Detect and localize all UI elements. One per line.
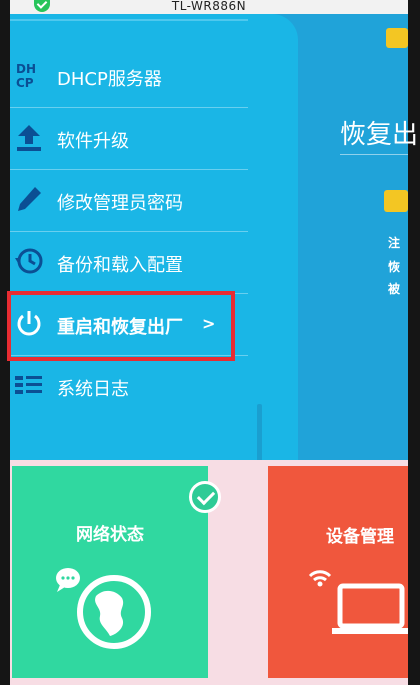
menu-item-label: 系统日志 (57, 379, 129, 400)
menu-item-label: 备份和载入配置 (57, 255, 183, 276)
content-panel: 恢复出 注 恢 被 (268, 14, 418, 460)
dhcp-icon: DH CP (16, 62, 36, 90)
status-badge (384, 190, 408, 212)
menu-item-change-password[interactable]: 修改管理员密码 (10, 170, 248, 232)
heading-divider (340, 154, 408, 155)
network-status-card[interactable]: 网络状态 (12, 466, 208, 678)
status-badge (386, 28, 408, 48)
pencil-icon (18, 187, 41, 211)
device-model-title: TL-WR886N (171, 0, 247, 13)
panel-text-fragment: 恢 (388, 260, 401, 274)
menu-item-label: 软件升级 (57, 131, 129, 152)
card-title: 设备管理 (326, 527, 394, 547)
menu-item-dhcp[interactable]: DH CP DHCP服务器 (10, 46, 248, 108)
laptop-icon (308, 570, 408, 634)
menu-item-software-upgrade[interactable]: 软件升级 (10, 108, 248, 170)
panel-edge (268, 14, 298, 460)
menu-divider-top (10, 19, 248, 21)
svg-text:DH: DH (16, 62, 36, 76)
menu-item-system-log[interactable]: 系统日志 (10, 356, 248, 418)
check-icon (189, 481, 221, 513)
list-icon (15, 376, 42, 394)
globe-icon (56, 568, 151, 649)
title-bar: TL-WR886N (10, 0, 408, 14)
phone-bezel-right (408, 0, 420, 685)
panel-heading: 恢复出 (340, 120, 419, 150)
panel-text-fragment: 注 (388, 236, 401, 250)
panel-text-fragment: 被 (388, 282, 401, 296)
svg-text:CP: CP (16, 76, 34, 90)
settings-menu: DH CP DHCP服务器 软件升级 修改管理员密码 备份和载入配置 重启和恢复… (10, 14, 268, 460)
menu-item-backup-restore[interactable]: 备份和载入配置 (10, 232, 248, 294)
menu-item-label: DHCP服务器 (57, 69, 162, 90)
highlight-box (7, 291, 235, 361)
menu-item-label: 修改管理员密码 (57, 193, 183, 214)
card-title: 网络状态 (76, 525, 144, 545)
clock-icon (15, 248, 43, 274)
upload-icon (17, 125, 41, 151)
device-management-card[interactable]: 设备管理 (268, 466, 408, 678)
